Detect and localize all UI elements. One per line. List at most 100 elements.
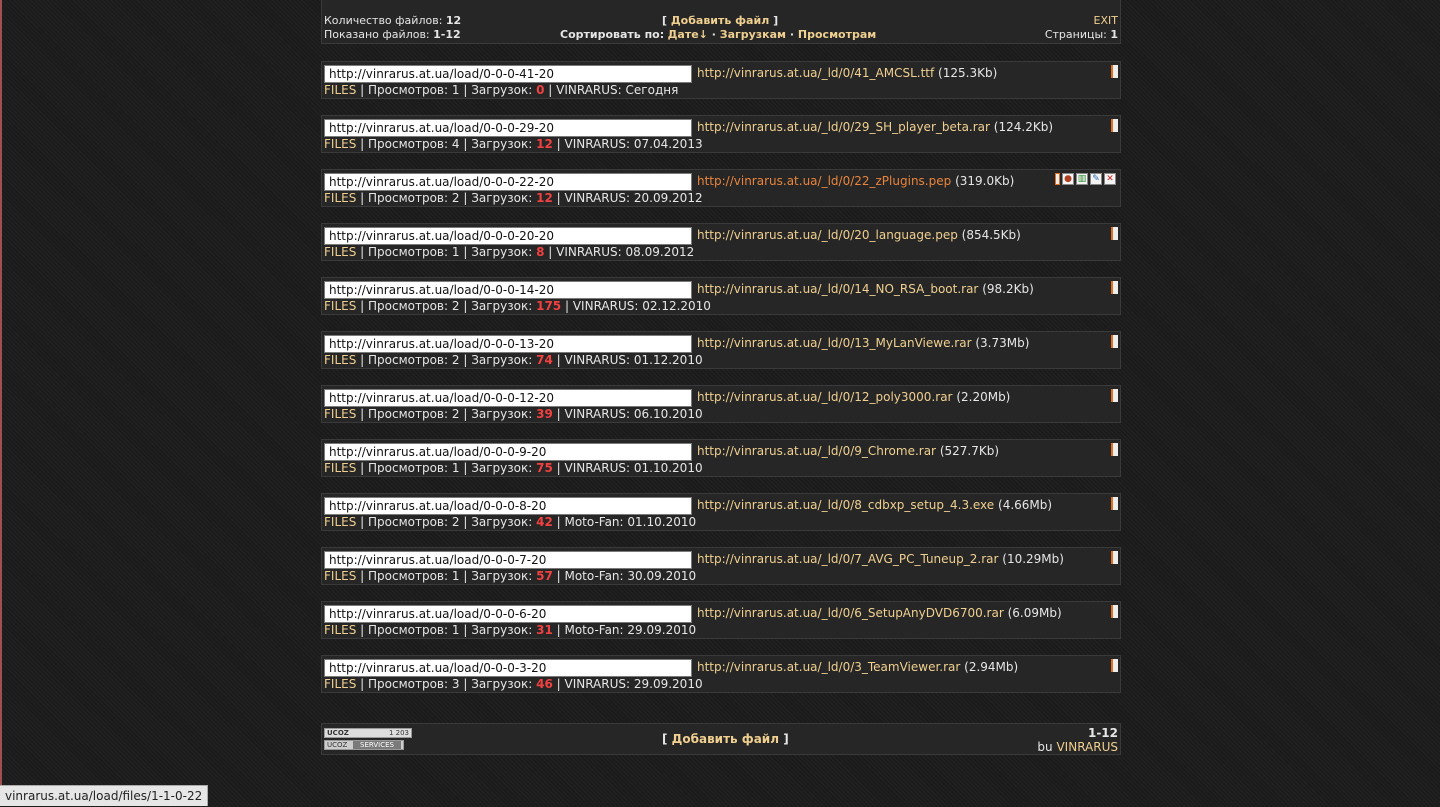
file-entry: http://vinrarus.at.ua/load/0-0-0-41-20 ht… xyxy=(321,61,1121,99)
download-link[interactable]: http://vinrarus.at.ua/_ld/0/14_NO_RSA_bo… xyxy=(697,282,978,296)
downloads-count: 39 xyxy=(536,407,553,421)
file-page-url-input[interactable]: http://vinrarus.at.ua/load/0-0-0-9-20 xyxy=(324,443,692,461)
category-link[interactable]: FILES xyxy=(324,353,356,367)
add-file-link[interactable]: Добавить файл xyxy=(671,14,769,27)
file-page-url-input[interactable]: http://vinrarus.at.ua/load/0-0-0-6-20 xyxy=(324,605,692,623)
download-link[interactable]: http://vinrarus.at.ua/_ld/0/3_TeamViewer… xyxy=(697,660,960,674)
file-size: (125.3Kb) xyxy=(938,66,998,80)
author-name: Moto-Fan xyxy=(564,515,620,529)
file-size: (2.94Mb) xyxy=(964,660,1019,674)
chart-icon[interactable]: ▥ xyxy=(1076,173,1088,185)
views-count: 2 xyxy=(451,407,460,421)
file-size: (2.20Mb) xyxy=(956,390,1011,404)
download-link[interactable]: http://vinrarus.at.ua/_ld/0/12_poly3000.… xyxy=(697,390,952,404)
entry-menu-handle[interactable] xyxy=(1111,227,1118,240)
download-link[interactable]: http://vinrarus.at.ua/_ld/0/8_cdbxp_setu… xyxy=(697,498,994,512)
edit-icon[interactable]: ✎ xyxy=(1090,173,1102,185)
download-link[interactable]: http://vinrarus.at.ua/_ld/0/6_SetupAnyDV… xyxy=(697,606,1004,620)
category-link[interactable]: FILES xyxy=(324,569,356,583)
stats-icon[interactable]: ● xyxy=(1062,173,1074,185)
ucoz-services-badge[interactable]: UCOZ SERVICES xyxy=(324,740,404,750)
download-info: http://vinrarus.at.ua/_ld/0/12_poly3000.… xyxy=(697,389,1010,405)
file-page-url-input[interactable]: http://vinrarus.at.ua/load/0-0-0-13-20 xyxy=(324,335,692,353)
category-link[interactable]: FILES xyxy=(324,191,356,205)
add-file-bottom: [ Добавить файл ] xyxy=(662,732,789,746)
views-count: 1 xyxy=(451,569,460,583)
file-meta: FILES | Просмотров: 2 | Загрузок: 175 | … xyxy=(324,299,711,313)
entry-menu-handle[interactable] xyxy=(1111,119,1118,132)
entry-menu-handle[interactable] xyxy=(1111,335,1118,348)
file-meta: FILES | Просмотров: 2 | Загрузок: 42 | M… xyxy=(324,515,697,529)
browser-status-bar: vinrarus.at.ua/load/files/1-1-0-22 xyxy=(0,785,209,806)
download-link[interactable]: http://vinrarus.at.ua/_ld/0/29_SH_player… xyxy=(697,120,990,134)
ucoz-counter[interactable]: UCOZ 1 203 xyxy=(324,728,412,738)
entry-menu-handle[interactable] xyxy=(1111,389,1118,402)
file-page-url-input[interactable]: http://vinrarus.at.ua/load/0-0-0-29-20 xyxy=(324,119,692,137)
download-info: http://vinrarus.at.ua/_ld/0/41_AMCSL.ttf… xyxy=(697,65,997,81)
upload-date: 29.09.2010 xyxy=(627,623,697,637)
entry-menu-handle[interactable] xyxy=(1111,605,1118,618)
category-link[interactable]: FILES xyxy=(324,407,356,421)
file-page-url-input[interactable]: http://vinrarus.at.ua/load/0-0-0-22-20 xyxy=(324,173,692,191)
file-page-url-input[interactable]: http://vinrarus.at.ua/load/0-0-0-20-20 xyxy=(324,227,692,245)
author-name: Moto-Fan xyxy=(564,569,620,583)
sort-by-date-link[interactable]: Дате↓ xyxy=(668,28,708,41)
file-meta: FILES | Просмотров: 1 | Загрузок: 0 | VI… xyxy=(324,83,679,97)
entry-menu-handle[interactable] xyxy=(1111,443,1118,456)
downloads-count: 12 xyxy=(536,137,553,151)
download-link[interactable]: http://vinrarus.at.ua/_ld/0/22_zPlugins.… xyxy=(697,174,951,188)
views-count: 2 xyxy=(451,191,460,205)
file-entry: http://vinrarus.at.ua/load/0-0-0-7-20 htt… xyxy=(321,547,1121,585)
file-meta: FILES | Просмотров: 3 | Загрузок: 46 | V… xyxy=(324,677,703,691)
upload-date: 08.09.2012 xyxy=(625,245,695,259)
category-link[interactable]: FILES xyxy=(324,299,356,313)
entry-menu-handle[interactable] xyxy=(1111,497,1118,510)
download-link[interactable]: http://vinrarus.at.ua/_ld/0/20_language.… xyxy=(697,228,958,242)
file-size: (3.73Mb) xyxy=(975,336,1030,350)
file-size: (98.2Kb) xyxy=(982,282,1034,296)
views-count: 2 xyxy=(451,515,460,529)
file-page-url-input[interactable]: http://vinrarus.at.ua/load/0-0-0-12-20 xyxy=(324,389,692,407)
pin-icon[interactable] xyxy=(1055,173,1060,185)
download-info: http://vinrarus.at.ua/_ld/0/9_Chrome.rar… xyxy=(697,443,999,459)
page-link[interactable]: 1 xyxy=(1110,28,1118,41)
author-name: VINRARUS xyxy=(564,137,627,151)
file-page-url-input[interactable]: http://vinrarus.at.ua/load/0-0-0-41-20 xyxy=(324,65,692,83)
file-page-url-input[interactable]: http://vinrarus.at.ua/load/0-0-0-3-20 xyxy=(324,659,692,677)
downloads-count: 74 xyxy=(536,353,553,367)
add-file-link-bottom[interactable]: Добавить файл xyxy=(672,732,779,746)
entry-menu-handle[interactable] xyxy=(1111,659,1118,672)
file-entry: http://vinrarus.at.ua/load/0-0-0-3-20 htt… xyxy=(321,655,1121,693)
file-page-url-input[interactable]: http://vinrarus.at.ua/load/0-0-0-7-20 xyxy=(324,551,692,569)
category-link[interactable]: FILES xyxy=(324,83,356,97)
downloads-count: 75 xyxy=(536,461,553,475)
file-page-url-input[interactable]: http://vinrarus.at.ua/load/0-0-0-8-20 xyxy=(324,497,692,515)
file-page-url-input[interactable]: http://vinrarus.at.ua/load/0-0-0-14-20 xyxy=(324,281,692,299)
exit-link[interactable]: EXIT xyxy=(1094,14,1118,28)
sort-by-downloads-link[interactable]: Загрузкам xyxy=(720,28,786,41)
file-meta: FILES | Просмотров: 2 | Загрузок: 74 | V… xyxy=(324,353,703,367)
author-name: VINRARUS xyxy=(556,83,618,97)
download-link[interactable]: http://vinrarus.at.ua/_ld/0/7_AVG_PC_Tun… xyxy=(697,552,998,566)
category-link[interactable]: FILES xyxy=(324,623,356,637)
entry-menu-handle[interactable] xyxy=(1111,65,1118,78)
entry-menu-handle[interactable] xyxy=(1111,281,1118,294)
delete-icon[interactable]: ✕ xyxy=(1104,173,1116,185)
author-link[interactable]: VINRARUS xyxy=(1056,740,1118,754)
download-link[interactable]: http://vinrarus.at.ua/_ld/0/9_Chrome.rar xyxy=(697,444,936,458)
file-entry: http://vinrarus.at.ua/load/0-0-0-29-20 ht… xyxy=(321,115,1121,153)
category-link[interactable]: FILES xyxy=(324,677,356,691)
download-link[interactable]: http://vinrarus.at.ua/_ld/0/13_MyLanView… xyxy=(697,336,972,350)
category-link[interactable]: FILES xyxy=(324,245,356,259)
file-entry: http://vinrarus.at.ua/load/0-0-0-13-20 ht… xyxy=(321,331,1121,369)
sort-by-views-link[interactable]: Просмотрам xyxy=(798,28,876,41)
category-link[interactable]: FILES xyxy=(324,137,356,151)
entry-menu-handle[interactable] xyxy=(1111,551,1118,564)
download-link[interactable]: http://vinrarus.at.ua/_ld/0/41_AMCSL.ttf xyxy=(697,66,934,80)
author-name: VINRARUS xyxy=(556,245,618,259)
category-link[interactable]: FILES xyxy=(324,515,356,529)
add-file-top: [ Добавить файл ] xyxy=(662,14,779,27)
downloads-count: 57 xyxy=(536,569,553,583)
file-meta: FILES | Просмотров: 1 | Загрузок: 75 | V… xyxy=(324,461,703,475)
category-link[interactable]: FILES xyxy=(324,461,356,475)
